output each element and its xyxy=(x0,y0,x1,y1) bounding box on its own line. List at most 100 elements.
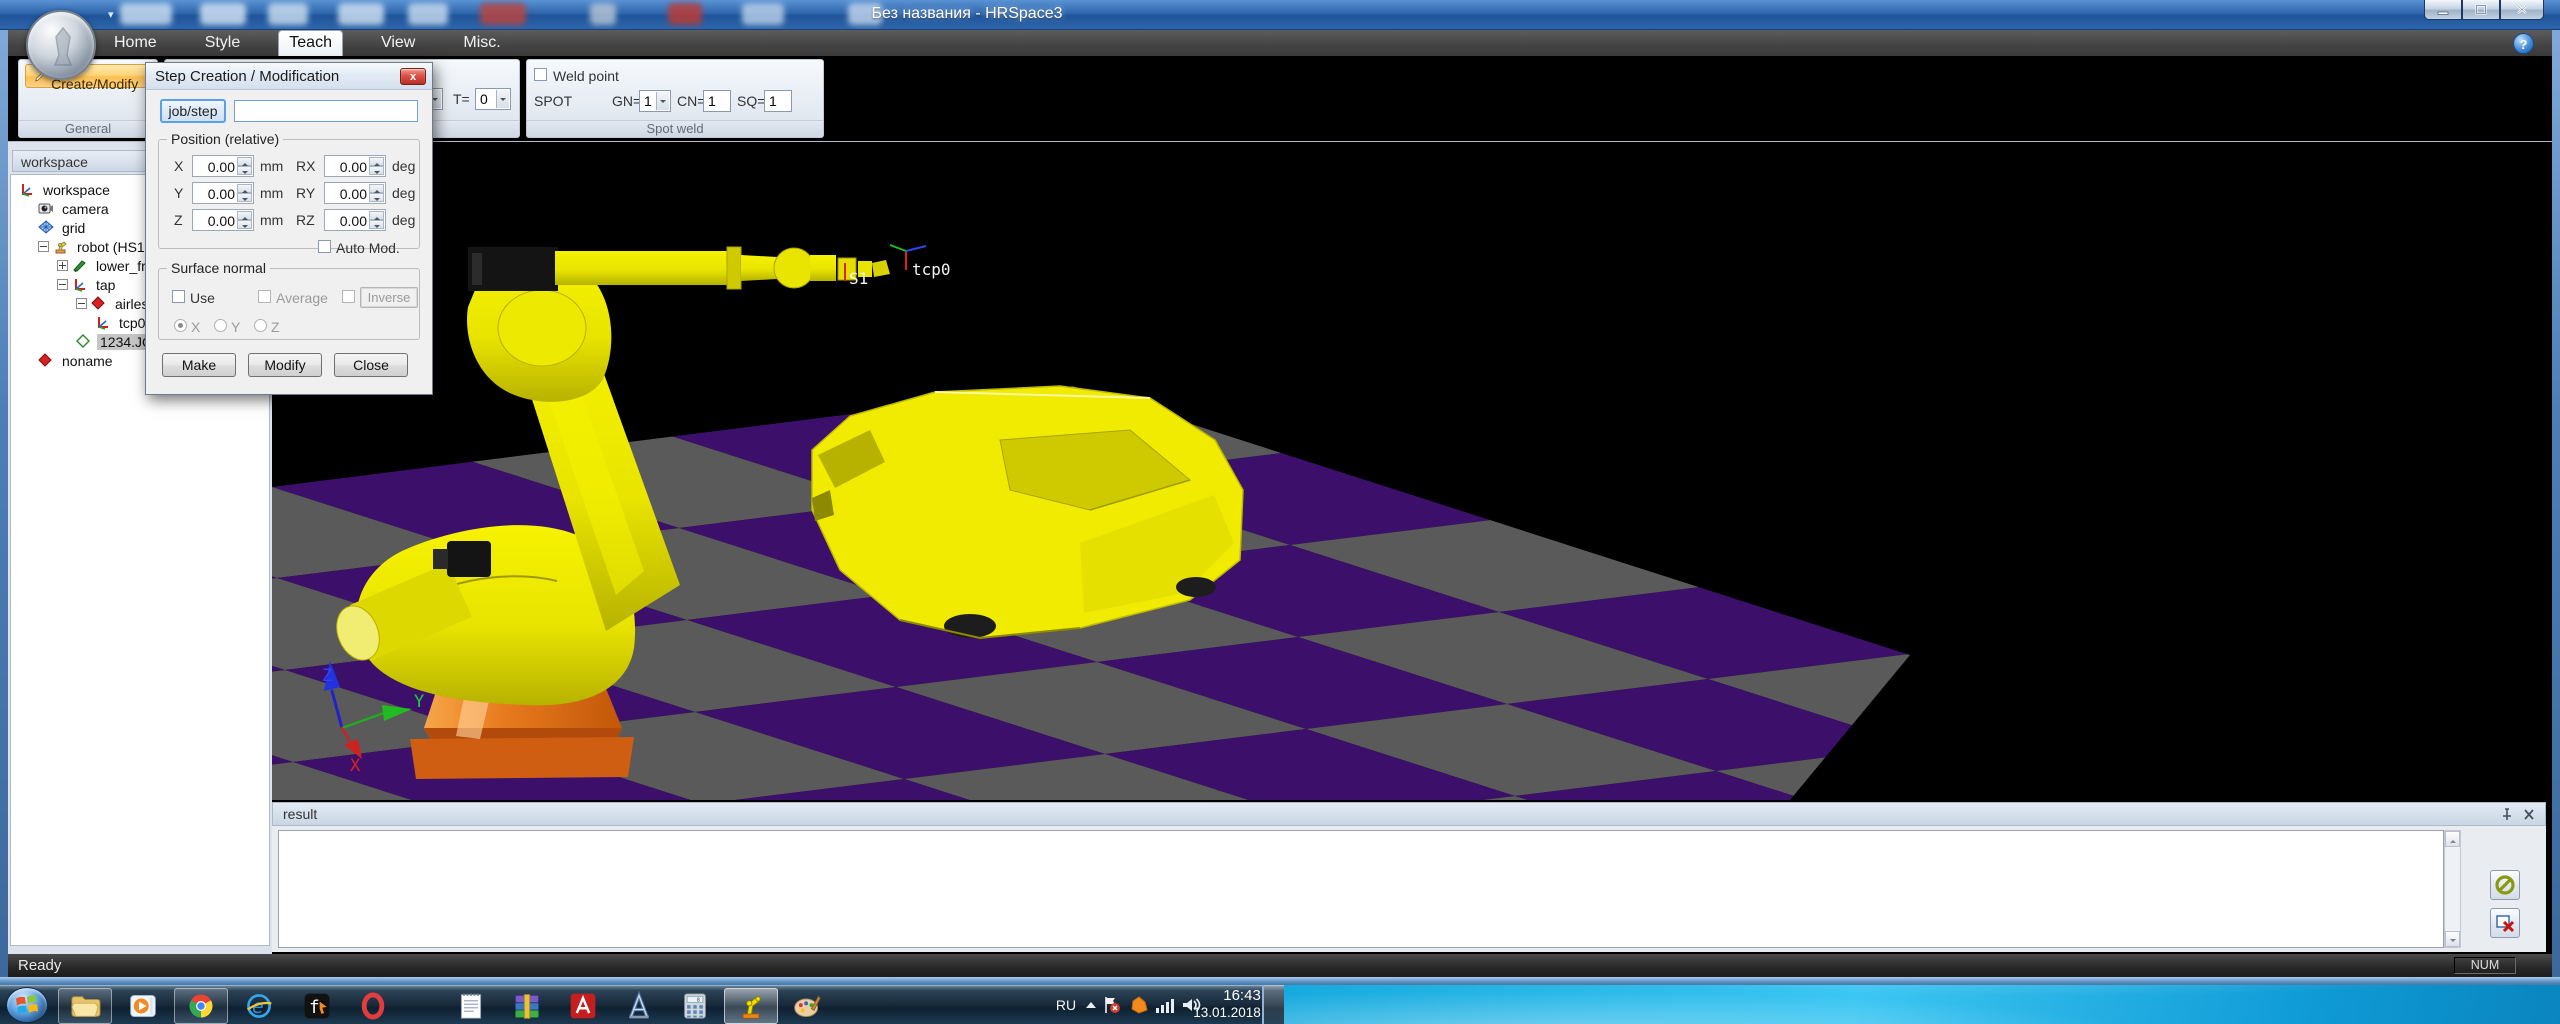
media-player-taskbar-icon[interactable] xyxy=(116,988,170,1024)
winrar-taskbar-icon[interactable] xyxy=(500,988,554,1024)
notepad-taskbar-icon[interactable] xyxy=(444,988,498,1024)
spin-up[interactable] xyxy=(237,211,252,220)
application-orb-button[interactable] xyxy=(26,10,96,80)
unit-X: mm xyxy=(260,158,284,174)
maximize-button[interactable] xyxy=(2462,0,2500,20)
spin-up[interactable] xyxy=(237,184,252,193)
minimize-button[interactable] xyxy=(2424,0,2462,20)
sq-field[interactable]: 1 xyxy=(764,90,792,112)
axis-x-label: X xyxy=(350,756,361,776)
tab-home[interactable]: Home xyxy=(104,31,167,56)
internet-explorer-taskbar-icon[interactable]: e xyxy=(232,988,286,1024)
make-button[interactable]: Make xyxy=(162,353,236,377)
axis-icon xyxy=(95,315,112,330)
language-indicator[interactable]: RU xyxy=(1052,985,1080,1024)
inverse-button[interactable]: Inverse xyxy=(360,287,418,308)
group-label-spot-weld: Spot weld xyxy=(527,120,823,137)
gn-combo[interactable]: 1 xyxy=(639,90,671,112)
prohibition-icon xyxy=(2495,875,2515,895)
clock[interactable]: 16:43 13.01.2018 xyxy=(1193,985,1261,1024)
spin-down[interactable] xyxy=(237,193,252,202)
pos-input-y[interactable]: 0.00 xyxy=(192,182,254,204)
dialog-close-button[interactable]: x xyxy=(400,68,426,85)
show-desktop-button[interactable] xyxy=(1262,985,1284,1024)
auto-mod-label: Auto Mod. xyxy=(336,240,400,256)
spin-down[interactable] xyxy=(369,166,384,175)
modify-button[interactable]: Modify xyxy=(248,353,322,377)
pos-input-ry[interactable]: 0.00 xyxy=(324,182,386,204)
radio-z[interactable] xyxy=(254,319,267,332)
sq-label: SQ= xyxy=(737,93,766,109)
tab-view[interactable]: View xyxy=(371,31,425,56)
car-model xyxy=(811,385,1244,640)
tree-expander[interactable] xyxy=(76,298,87,309)
stop-output-button[interactable] xyxy=(2490,870,2520,900)
capture-f-taskbar-icon[interactable]: f xyxy=(290,988,344,1024)
pin-icon[interactable] xyxy=(2498,807,2516,823)
result-scrollbar[interactable] xyxy=(2444,830,2461,948)
weld-point-checkbox[interactable] xyxy=(534,68,547,81)
radio-z-label: Z xyxy=(271,319,280,335)
spin-down[interactable] xyxy=(237,166,252,175)
tree-item-label: tap xyxy=(96,276,116,293)
pos-input-z[interactable]: 0.00 xyxy=(192,209,254,231)
tree-item-label: tcp0 xyxy=(119,314,146,331)
spin-up[interactable] xyxy=(369,211,384,220)
tree-item-label: noname xyxy=(62,352,113,369)
t-combo[interactable]: 0 xyxy=(475,88,511,110)
hrspace-robot-taskbar-icon[interactable] xyxy=(724,988,778,1024)
radio-x[interactable] xyxy=(174,319,187,332)
chrome-taskbar-icon[interactable] xyxy=(174,988,228,1024)
quick-access-arrow[interactable]: ▾ xyxy=(108,8,114,21)
help-button[interactable]: ? xyxy=(2513,33,2534,54)
spin-up[interactable] xyxy=(237,157,252,166)
tab-style[interactable]: Style xyxy=(195,31,251,56)
explorer-taskbar-icon[interactable] xyxy=(58,988,112,1024)
close-panel-icon[interactable] xyxy=(2520,807,2538,823)
auto-mod-checkbox[interactable] xyxy=(318,240,331,253)
gn-label: GN= xyxy=(612,93,642,109)
scroll-down-arrow[interactable] xyxy=(2445,931,2460,947)
use-checkbox[interactable] xyxy=(172,290,185,303)
letter-a-app-taskbar-icon[interactable] xyxy=(612,988,666,1024)
network-icon[interactable] xyxy=(1152,985,1178,1024)
start-button[interactable] xyxy=(6,987,48,1023)
spin-down[interactable] xyxy=(369,193,384,202)
close-button[interactable] xyxy=(2500,0,2544,20)
diamond-open-icon xyxy=(76,334,93,349)
clear-window-icon xyxy=(2496,915,2515,933)
clear-output-button[interactable] xyxy=(2490,908,2520,938)
average-checkbox[interactable] xyxy=(258,290,271,303)
spin-down[interactable] xyxy=(369,220,384,229)
tree-expander[interactable] xyxy=(57,260,68,271)
job-step-button[interactable]: job/step xyxy=(160,99,226,123)
tree-expander[interactable] xyxy=(57,279,68,290)
inverse-checkbox[interactable] xyxy=(342,290,355,303)
radio-y[interactable] xyxy=(214,319,227,332)
adobe-reader-taskbar-icon[interactable] xyxy=(556,988,610,1024)
calculator-taskbar-icon[interactable]: 8 xyxy=(668,988,722,1024)
tree-expander[interactable] xyxy=(38,241,49,252)
tab-misc[interactable]: Misc. xyxy=(453,31,510,56)
spin-down[interactable] xyxy=(237,220,252,229)
dialog-title: Step Creation / Modification xyxy=(146,63,432,90)
scroll-up-arrow[interactable] xyxy=(2445,831,2460,847)
tab-teach[interactable]: Teach xyxy=(278,30,343,56)
job-step-input[interactable] xyxy=(234,100,418,122)
hidden-icons-arrow[interactable] xyxy=(1082,985,1100,1024)
spin-up[interactable] xyxy=(369,157,384,166)
avast-icon[interactable] xyxy=(1126,985,1152,1024)
unit-RX: deg xyxy=(392,158,416,174)
pos-input-rz[interactable]: 0.00 xyxy=(324,209,386,231)
opera-taskbar-icon[interactable] xyxy=(346,988,400,1024)
cn-field[interactable]: 1 xyxy=(703,90,731,112)
viewport-3d[interactable]: Z Y X S1 tcp0 xyxy=(272,143,2546,800)
step-creation-dialog: Step Creation / Modification x job/step … xyxy=(145,62,433,395)
window-border-left xyxy=(0,30,8,977)
close-dialog-button[interactable]: Close xyxy=(334,353,408,377)
pos-input-rx[interactable]: 0.00 xyxy=(324,155,386,177)
pos-input-x[interactable]: 0.00 xyxy=(192,155,254,177)
spin-up[interactable] xyxy=(369,184,384,193)
paint-taskbar-icon[interactable] xyxy=(780,988,834,1024)
action-center-flag-icon[interactable] xyxy=(1100,985,1124,1024)
